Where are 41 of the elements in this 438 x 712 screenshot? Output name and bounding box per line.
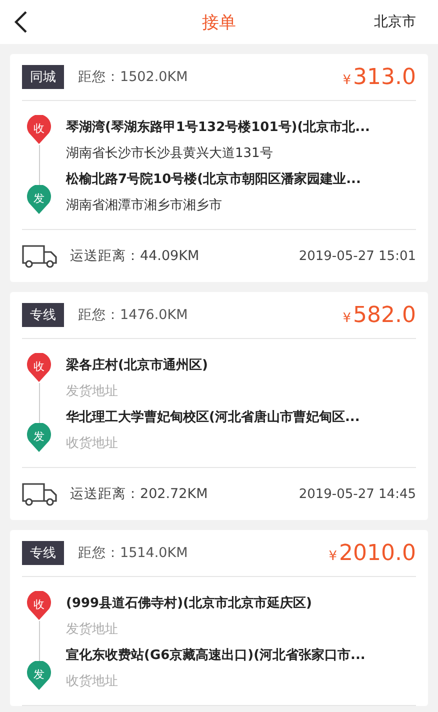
order-card[interactable]: 同城 距您：1502.0KM ¥313.0 收 发 琴湖湾(琴湖东路甲1号132号楼101号)(北京市北... 湖南省长沙市长沙县黄兴大道131号 松榆北路7号院10号楼(北京市朝阳区潘家园建业... 湖南省湘潭市湘乡市湘乡市 运送距离：44.09KM 2019-05-27 15:01 <box>10 54 428 282</box>
route-distance: 运送距离：202.72KM <box>70 485 208 503</box>
pin-icon: 发 <box>26 423 52 453</box>
address-detail: 发货地址 <box>66 383 119 401</box>
address-text: (999县道石佛寺村)(北京市北京市延庆区) <box>66 594 313 613</box>
order-card[interactable]: 专线 距您：1476.0KM ¥582.0 收 发 梁各庄村(北京市通州区) 发货地址 华北理工大学曹妃甸校区(河北省唐山市曹妃甸区... 收货地址 运送距离：202.72KM 2019-05-27 14:45 <box>10 292 428 520</box>
order-card[interactable]: 专线 距您：1514.0KM ¥2010.0 收 发 (999县道石佛寺村)(北京市北京市延庆区) 发货地址 宣化东收费站(G6京藏高速出口)(河北省张家口市... 收货地址 <box>10 530 428 706</box>
address-detail: 发货地址 <box>66 621 119 639</box>
connector-line <box>39 621 40 661</box>
route-distance: 运送距离：44.09KM <box>70 247 200 265</box>
order-type-tag: 同城 <box>22 65 64 89</box>
distance-text: 距您：1476.0KM <box>78 306 188 324</box>
distance-text: 距您：1514.0KM <box>78 544 188 562</box>
city-selector[interactable]: 北京市 <box>374 13 416 31</box>
connector-line <box>39 145 40 185</box>
address-text: 华北理工大学曹妃甸校区(河北省唐山市曹妃甸区... <box>66 408 361 427</box>
price-text: ¥582.0 <box>342 302 416 328</box>
address-text: 松榆北路7号院10号楼(北京市朝阳区潘家园建业... <box>66 170 362 189</box>
order-type-tag: 专线 <box>22 541 64 565</box>
address-detail: 湖南省长沙市长沙县黄兴大道131号 <box>66 145 274 163</box>
connector-line <box>39 383 40 423</box>
pin-icon: 收 <box>26 591 52 621</box>
pin-icon: 收 <box>26 115 52 145</box>
address-detail: 收货地址 <box>66 673 119 691</box>
price-text: ¥313.0 <box>342 64 416 90</box>
truck-icon <box>22 482 58 506</box>
pin-icon: 发 <box>26 185 52 215</box>
address-text: 梁各庄村(北京市通州区) <box>66 356 209 375</box>
page-title: 接单 <box>202 12 236 34</box>
address-text: 琴湖湾(琴湖东路甲1号132号楼101号)(北京市北... <box>66 118 371 137</box>
address-detail: 收货地址 <box>66 435 119 453</box>
pin-icon: 发 <box>26 661 52 691</box>
price-text: ¥2010.0 <box>328 540 416 566</box>
order-time: 2019-05-27 14:45 <box>298 486 416 502</box>
order-type-tag: 专线 <box>22 303 64 327</box>
truck-icon <box>22 244 58 268</box>
pin-icon: 收 <box>26 353 52 383</box>
address-detail: 湖南省湘潭市湘乡市湘乡市 <box>66 197 223 215</box>
address-text: 宣化东收费站(G6京藏高速出口)(河北省张家口市... <box>66 646 366 665</box>
order-time: 2019-05-27 15:01 <box>298 248 416 264</box>
distance-text: 距您：1502.0KM <box>78 68 188 86</box>
